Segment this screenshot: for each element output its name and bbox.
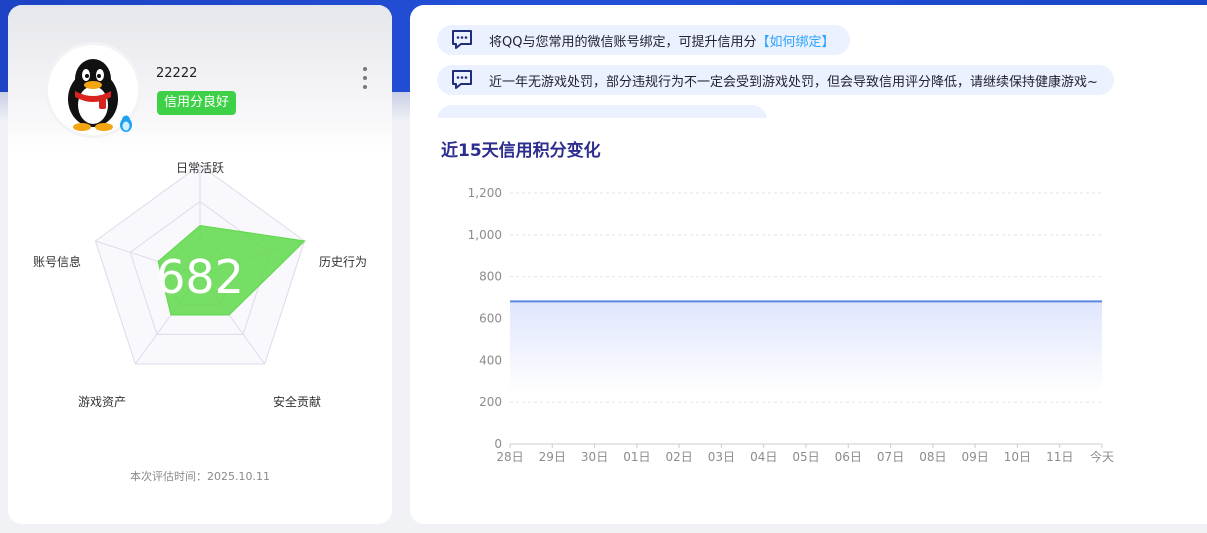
credit-score-value: 682 xyxy=(156,250,244,304)
x-tick-label: 02日 xyxy=(666,450,693,464)
x-tick-label: 03日 xyxy=(708,450,735,464)
x-tick-label: 10日 xyxy=(1004,450,1031,464)
credit-radar-chart: 682 xyxy=(94,164,306,365)
more-vertical-icon[interactable] xyxy=(360,67,370,89)
credit-score-line-chart: 0 200 400 600 800 1,000 1,200 28日 29日 30日 01日 02日 03… xyxy=(468,186,1114,464)
x-tick-label: 30日 xyxy=(581,450,608,464)
x-tick-label: 11日 xyxy=(1046,450,1073,464)
y-tick-label: 1,200 xyxy=(468,186,502,200)
y-tick-label: 800 xyxy=(479,270,502,284)
x-tick-label: 01日 xyxy=(623,450,650,464)
radar-label-account-info: 账号信息 xyxy=(33,255,82,269)
y-tick-label: 1,000 xyxy=(468,228,502,242)
x-tick-label: 06日 xyxy=(835,450,862,464)
evaluation-time: 本次评估时间：2025.10.11 xyxy=(130,470,270,483)
credit-status-badge: 信用分良好 xyxy=(157,91,237,115)
credit-chart-card: 将QQ与您常用的微信账号绑定，可提升信用分 【如何绑定】 近一年无游戏处罚，部分… xyxy=(410,5,1207,524)
chart-area-fill xyxy=(510,301,1102,394)
x-tick-label: 05日 xyxy=(792,450,819,464)
y-tick-label: 400 xyxy=(479,353,502,367)
radar-label-game-assets: 游戏资产 xyxy=(78,395,127,409)
x-tick-label: 28日 xyxy=(496,450,523,464)
x-tick-label: 29日 xyxy=(539,450,566,464)
profile-card: 22222 信用分良好 682 日常活跃 历史行为 安全贡献 游戏资产 账号信息… xyxy=(8,5,392,524)
username: 22222 xyxy=(156,66,198,81)
radar-label-security-contribution: 安全贡献 xyxy=(273,395,322,409)
y-tick-label: 200 xyxy=(479,395,502,409)
x-tick-label: 今天 xyxy=(1090,449,1114,464)
x-tick-label: 08日 xyxy=(919,450,946,464)
x-tick-label: 04日 xyxy=(750,450,777,464)
x-tick-label: 09日 xyxy=(962,450,989,464)
y-tick-label: 600 xyxy=(479,312,502,326)
radar-label-daily-activity: 日常活跃 xyxy=(176,161,225,175)
qq-badge-icon xyxy=(118,115,134,133)
x-tick-label: 07日 xyxy=(877,450,904,464)
radar-label-history-behavior: 历史行为 xyxy=(319,255,368,269)
y-tick-label: 0 xyxy=(494,437,502,451)
